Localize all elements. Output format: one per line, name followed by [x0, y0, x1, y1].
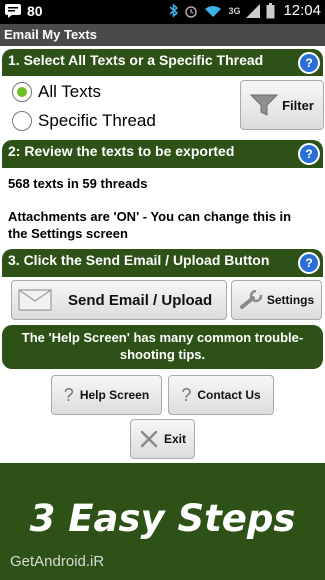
sms-notification-icon: [5, 4, 21, 18]
notification-count: 80: [27, 3, 43, 19]
contact-us-label: Contact Us: [197, 388, 261, 402]
attachments-note-line1: Attachments are 'ON' - You can change th…: [8, 209, 292, 224]
promo-headline: 3 Easy Steps: [29, 497, 296, 540]
step2-header: 2: Review the texts to be exported ?: [2, 140, 323, 168]
signal-icon: [246, 3, 261, 18]
filter-button-label: Filter: [282, 97, 314, 113]
status-bar-left: 80: [4, 3, 43, 19]
send-email-upload-label: Send Email / Upload: [68, 291, 213, 309]
status-bar-right: 3G 12:04: [169, 2, 321, 19]
send-email-upload-button[interactable]: Send Email / Upload: [11, 280, 227, 320]
status-bar: 80 3G 12:04: [0, 0, 325, 24]
close-icon: [140, 430, 158, 448]
step2-title: 2: Review the texts to be exported: [8, 143, 235, 159]
funnel-icon: [250, 94, 279, 116]
help-screen-label: Help Screen: [79, 388, 150, 402]
app-title-bar: Email My Texts: [0, 24, 325, 46]
question-icon: ?: [63, 384, 74, 405]
battery-icon: [266, 2, 275, 18]
texts-summary: 568 texts in 59 threads: [8, 176, 148, 191]
envelope-icon: [18, 289, 52, 311]
step1-header: 1. Select All Texts or a Specific Thread…: [2, 49, 323, 76]
radio-all-texts-label: All Texts: [38, 82, 101, 101]
exit-button[interactable]: Exit: [130, 419, 195, 459]
step1-help-button[interactable]: ?: [298, 52, 320, 74]
radio-all-texts-indicator[interactable]: [12, 82, 32, 102]
watermark-text: GetAndroid.iR: [10, 553, 105, 570]
step3-header: 3. Click the Send Email / Upload Button …: [2, 249, 323, 277]
radio-specific-thread[interactable]: Specific Thread: [12, 111, 156, 131]
attachments-note-line2: the Settings screen: [8, 226, 128, 241]
step3-help-button[interactable]: ?: [298, 252, 320, 274]
radio-specific-thread-label: Specific Thread: [38, 111, 156, 130]
step3-title: 3. Click the Send Email / Upload Button: [8, 252, 270, 268]
step2-help-button[interactable]: ?: [298, 143, 320, 165]
radio-all-texts[interactable]: All Texts: [12, 82, 101, 102]
wrench-icon: [239, 290, 263, 309]
radio-specific-thread-indicator[interactable]: [12, 111, 32, 131]
contact-us-button[interactable]: ? Contact Us: [168, 375, 274, 415]
network-type: 3G: [228, 5, 241, 16]
bluetooth-icon: [169, 3, 179, 18]
filter-button[interactable]: Filter: [240, 80, 324, 130]
help-screen-button[interactable]: ? Help Screen: [51, 375, 162, 415]
step1-title: 1. Select All Texts or a Specific Thread: [8, 52, 264, 68]
alarm-icon: [185, 5, 198, 18]
wifi-icon: [205, 5, 222, 17]
settings-button[interactable]: Settings: [231, 280, 322, 320]
clock: 12:04: [283, 2, 321, 19]
exit-label: Exit: [163, 432, 186, 446]
help-note-line2: shooting tips.: [119, 347, 206, 362]
settings-button-label: Settings: [266, 293, 315, 307]
help-note-line1: The 'Help Screen' has many common troubl…: [21, 330, 304, 345]
help-note-banner: The 'Help Screen' has many common troubl…: [2, 325, 323, 369]
question-icon: ?: [181, 384, 192, 405]
app-title: Email My Texts: [4, 27, 97, 42]
